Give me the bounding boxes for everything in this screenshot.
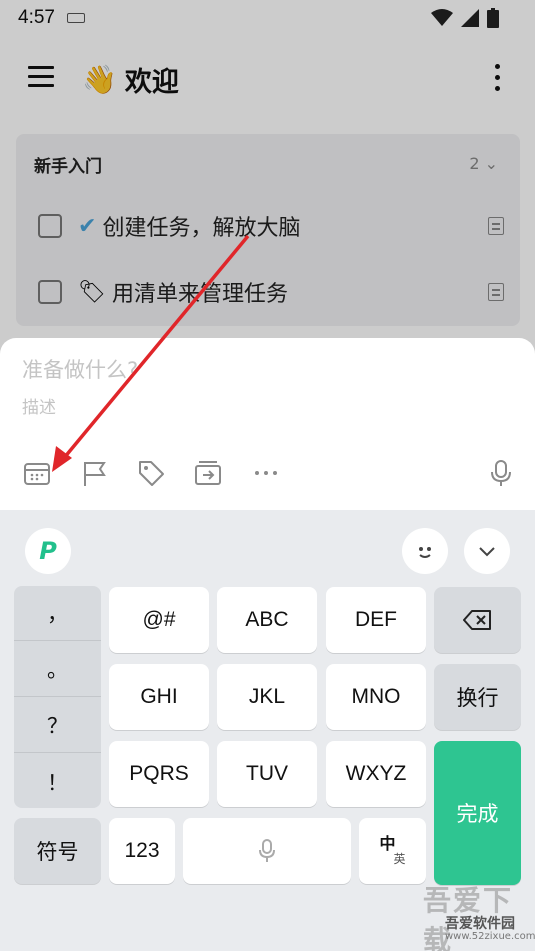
- language-switch-key[interactable]: 中 英: [359, 818, 426, 884]
- lang-main-label: 中: [379, 836, 396, 853]
- punctuation-column: ， 。 ？ ！: [14, 586, 101, 808]
- task-title-input[interactable]: [22, 358, 502, 382]
- backspace-icon: [462, 610, 491, 630]
- priority-flag-icon[interactable]: [79, 458, 109, 488]
- date-icon[interactable]: [22, 458, 52, 488]
- voice-input-icon[interactable]: [486, 458, 516, 488]
- lang-sub-label: 英: [393, 852, 406, 866]
- move-to-list-icon[interactable]: [193, 458, 223, 488]
- key-symbols-at[interactable]: @#: [109, 587, 209, 653]
- key-period[interactable]: 。: [14, 642, 101, 697]
- key-tuv[interactable]: TUV: [217, 741, 317, 807]
- add-task-sheet: [0, 338, 535, 518]
- key-ghi[interactable]: GHI: [109, 664, 209, 730]
- more-tools-icon[interactable]: [251, 458, 281, 488]
- key-exclamation[interactable]: ！: [14, 754, 101, 809]
- key-pqrs[interactable]: PQRS: [109, 741, 209, 807]
- space-key[interactable]: [183, 818, 351, 884]
- key-wxyz[interactable]: WXYZ: [326, 741, 426, 807]
- key-question[interactable]: ？: [14, 698, 101, 753]
- key-comma[interactable]: ，: [14, 586, 101, 641]
- numbers-key[interactable]: 123: [109, 818, 175, 884]
- tag-icon[interactable]: [136, 458, 166, 488]
- symbols-key[interactable]: 符号: [14, 818, 101, 884]
- done-key[interactable]: 完成: [434, 741, 521, 885]
- emoji-face-icon[interactable]: [402, 528, 448, 574]
- collapse-keyboard-icon[interactable]: [464, 528, 510, 574]
- newline-key[interactable]: 换行: [434, 664, 521, 730]
- soft-keyboard: P ， 。 ？ ！ @# ABC DEF GHI JKL MNO 换行 PQRS…: [0, 510, 535, 951]
- key-def[interactable]: DEF: [326, 587, 426, 653]
- key-jkl[interactable]: JKL: [217, 664, 317, 730]
- keyboard-toolbar: P: [0, 510, 535, 588]
- backspace-key[interactable]: [434, 587, 521, 653]
- key-mno[interactable]: MNO: [326, 664, 426, 730]
- key-abc[interactable]: ABC: [217, 587, 317, 653]
- ime-logo-icon[interactable]: P: [25, 528, 71, 574]
- task-description-input[interactable]: [22, 398, 502, 418]
- microphone-icon: [259, 839, 275, 862]
